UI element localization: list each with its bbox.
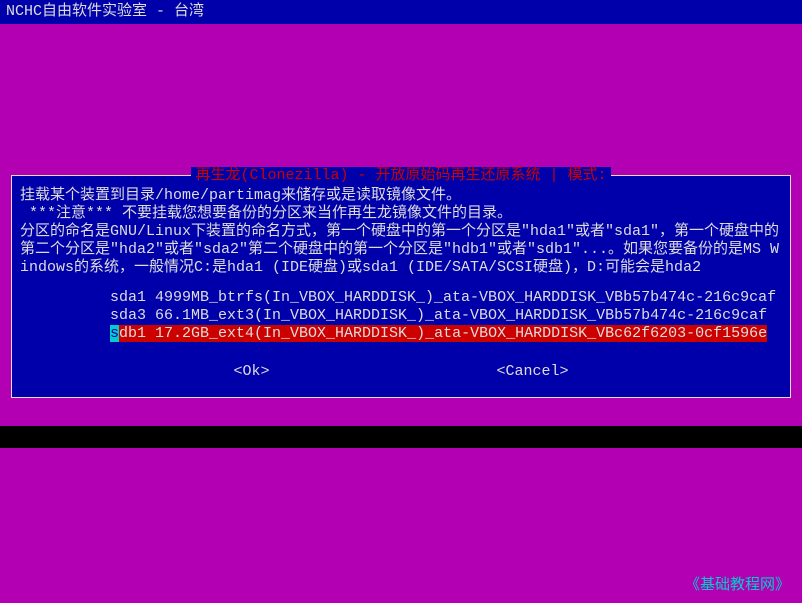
partition-item-sda3[interactable]: sda3 66.1MB_ext3(In_VBOX_HARDDISK_)_ata-… bbox=[110, 307, 782, 325]
partition-item-sda1[interactable]: sda1 4999MB_btrfs(In_VBOX_HARDDISK_)_ata… bbox=[110, 289, 782, 307]
dialog-title-text: 再生龙(Clonezilla) - 开放原始码再生还原系统 | 模式: bbox=[191, 167, 610, 184]
status-bar bbox=[0, 426, 802, 448]
button-row: <Ok> <Cancel> bbox=[20, 363, 782, 391]
instruction-text: 挂载某个装置到目录/home/partimag来储存或是读取镜像文件。 ***注… bbox=[20, 187, 782, 277]
cancel-button[interactable]: <Cancel> bbox=[496, 363, 568, 381]
dialog-title: 再生龙(Clonezilla) - 开放原始码再生还原系统 | 模式: bbox=[20, 167, 782, 185]
watermark: 《基础教程网》 bbox=[685, 577, 790, 595]
ok-button[interactable]: <Ok> bbox=[233, 363, 269, 381]
title-bar: NCHC自由软件实验室 - 台湾 bbox=[0, 0, 802, 24]
partition-list[interactable]: sda1 4999MB_btrfs(In_VBOX_HARDDISK_)_ata… bbox=[20, 289, 782, 343]
dialog-box: 再生龙(Clonezilla) - 开放原始码再生还原系统 | 模式: 挂载某个… bbox=[11, 175, 791, 398]
selection-cursor: s bbox=[110, 325, 119, 342]
partition-item-sdb1[interactable]: sdb1 17.2GB_ext4(In_VBOX_HARDDISK_)_ata-… bbox=[110, 325, 782, 343]
selected-partition-text: db1 17.2GB_ext4(In_VBOX_HARDDISK_)_ata-V… bbox=[119, 325, 767, 342]
